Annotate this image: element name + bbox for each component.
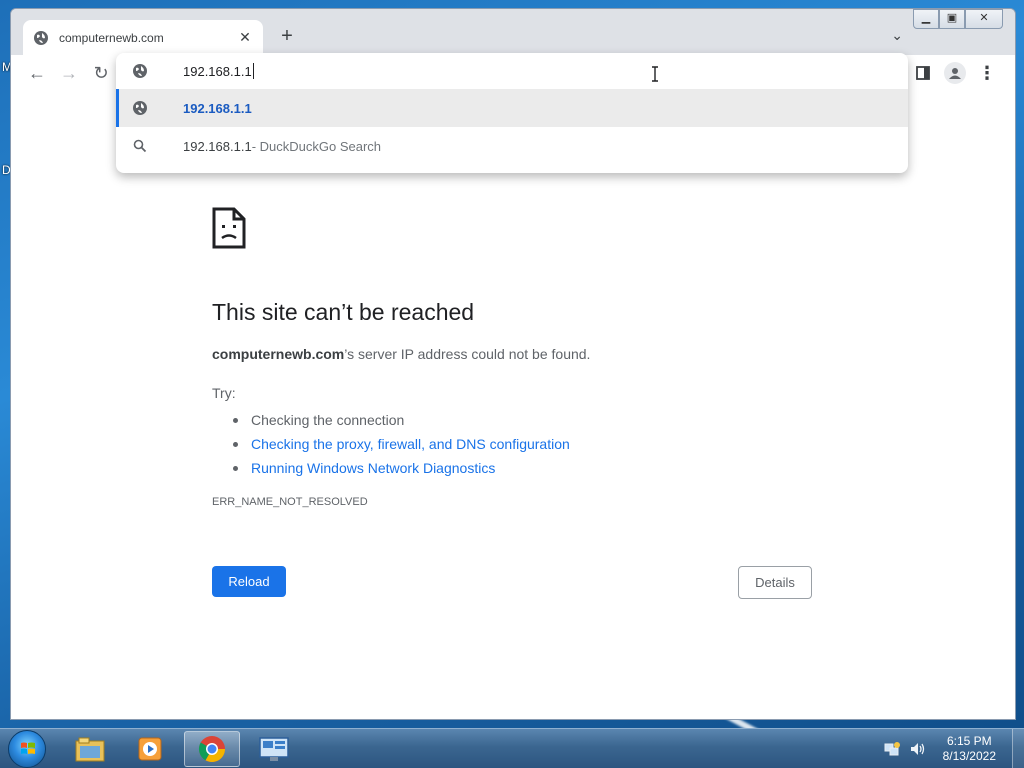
omnibox-suggestion-search[interactable]: 192.168.1.1 - DuckDuckGo Search (116, 127, 908, 165)
ibeam-cursor-icon (652, 66, 658, 82)
tab-close-icon[interactable]: ✕ (237, 29, 253, 46)
volume-icon[interactable] (909, 740, 927, 758)
windows-logo-icon (21, 742, 35, 754)
reload-icon[interactable]: ↻ (89, 61, 113, 85)
clock-time: 6:15 PM (946, 734, 992, 748)
suggestion-network-diagnostics-link[interactable]: Running Windows Network Diagnostics (233, 456, 570, 480)
chrome-icon (198, 736, 226, 763)
minimize-button[interactable]: ▁ (913, 9, 939, 29)
error-host: computernewb.com (212, 346, 345, 362)
menu-icon[interactable]: ⋮ (975, 61, 999, 85)
omnibox-dropdown: 192.168.1.1 192.168.1.1 192.168.1.1 - Du… (116, 53, 908, 173)
back-button[interactable]: ← (25, 61, 49, 85)
globe-icon (133, 64, 147, 78)
profile-button[interactable] (943, 61, 967, 85)
tab-active[interactable]: computernewb.com ✕ (23, 20, 263, 55)
taskbar: 6:15 PM 8/13/2022 (0, 728, 1024, 768)
suggestion-check-proxy-link[interactable]: Checking the proxy, firewall, and DNS co… (233, 432, 570, 456)
explorer-icon (75, 737, 105, 762)
tab-title: computernewb.com (59, 30, 164, 45)
remote-desktop-icon (259, 737, 289, 761)
suggestion-url-text: 192.168.1.1 (183, 100, 252, 116)
system-tray: 6:15 PM 8/13/2022 (883, 729, 1024, 768)
taskbar-remote-desktop-button[interactable] (246, 731, 302, 767)
side-panel-icon[interactable] (911, 61, 935, 85)
tab-search-chevron-icon[interactable]: ⌄ (891, 27, 903, 44)
start-button[interactable] (8, 730, 46, 768)
taskbar-explorer-button[interactable] (62, 731, 118, 767)
sad-page-icon (212, 207, 246, 249)
error-code: ERR_NAME_NOT_RESOLVED (212, 496, 368, 508)
address-input[interactable]: 192.168.1.1 (183, 64, 252, 79)
globe-icon (34, 30, 48, 45)
media-player-icon (138, 737, 162, 761)
error-page: This site can’t be reached computernewb.… (11, 91, 1015, 719)
search-icon (132, 138, 148, 154)
text-caret (252, 63, 254, 79)
forward-button[interactable]: → (57, 61, 81, 85)
tab-strip: computernewb.com ✕ + ⌄ ▁ ▣ ✕ (11, 9, 1015, 55)
try-label: Try: (212, 385, 236, 401)
avatar (944, 62, 966, 84)
suggestion-search-text: 192.168.1.1 (183, 138, 252, 154)
address-bar[interactable]: 192.168.1.1 (116, 53, 908, 89)
suggestion-search-suffix: - DuckDuckGo Search (251, 138, 382, 154)
close-window-button[interactable]: ✕ (965, 9, 1003, 29)
error-description: computernewb.com’s server IP address cou… (212, 346, 590, 362)
taskbar-media-player-button[interactable] (122, 731, 178, 767)
taskbar-chrome-button[interactable] (184, 731, 240, 767)
omnibox-suggestion-url[interactable]: 192.168.1.1 (116, 89, 908, 127)
details-button[interactable]: Details (738, 566, 812, 599)
globe-icon (132, 100, 148, 116)
page-title: This site can’t be reached (212, 299, 475, 325)
maximize-button[interactable]: ▣ (939, 9, 965, 29)
suggestion-check-connection: Checking the connection (233, 408, 570, 432)
clock[interactable]: 6:15 PM 8/13/2022 (943, 734, 996, 764)
suggestion-list: Checking the connection Checking the pro… (233, 408, 570, 480)
show-desktop-button[interactable] (1012, 729, 1024, 768)
reload-button[interactable]: Reload (212, 566, 286, 597)
network-icon[interactable] (883, 740, 901, 758)
error-desc-text: ’s server IP address could not be found. (344, 346, 591, 362)
clock-date: 8/13/2022 (942, 749, 996, 763)
new-tab-button[interactable]: + (275, 25, 299, 49)
